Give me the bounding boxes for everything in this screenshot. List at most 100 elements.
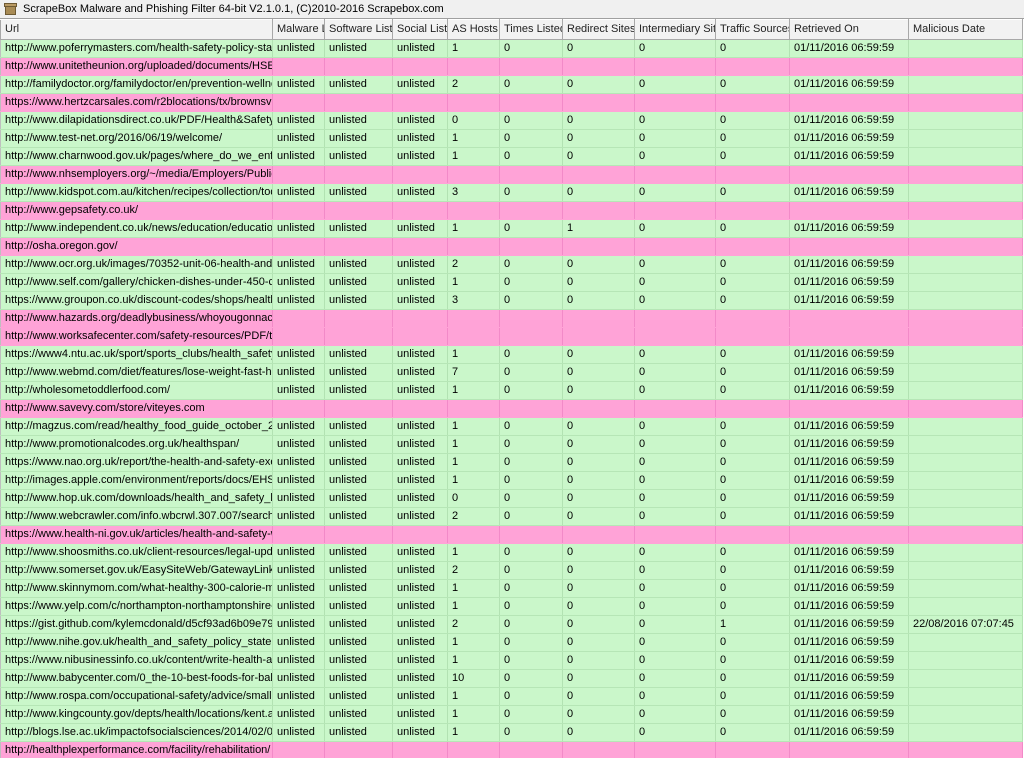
cell-social-list — [392, 399, 448, 418]
cell-traffic-sources — [715, 57, 790, 76]
table-row[interactable]: http://www.nhsemployers.org/~/media/Empl… — [0, 165, 1023, 184]
table-row[interactable]: https://gist.github.com/kylemcdonald/d5c… — [0, 615, 1023, 634]
table-row[interactable]: http://www.kidspot.com.au/kitchen/recipe… — [0, 183, 1023, 202]
table-row[interactable]: http://www.babycenter.com/0_the-10-best-… — [0, 669, 1023, 688]
cell-as-hosts — [447, 57, 500, 76]
table-row[interactable]: https://www.groupon.co.uk/discount-codes… — [0, 291, 1023, 310]
cell-retrieved-on: 01/11/2016 06:59:59 — [789, 489, 909, 508]
cell-redirect-sites: 0 — [562, 381, 635, 400]
table-row[interactable]: http://www.somerset.gov.uk/EasySiteWeb/G… — [0, 561, 1023, 580]
cell-redirect-sites — [562, 525, 635, 544]
column-header-malware-list[interactable]: Malware List — [272, 19, 325, 40]
table-row[interactable]: http://www.webcrawler.com/info.wbcrwl.30… — [0, 507, 1023, 526]
column-header-as-hosts[interactable]: AS Hosts — [447, 19, 500, 40]
cell-software-list — [324, 237, 393, 256]
cell-times-listed: 0 — [499, 129, 563, 148]
table-row[interactable]: http://www.gepsafety.co.uk/ — [0, 201, 1023, 220]
table-row[interactable]: http://www.worksafecenter.com/safety-res… — [0, 327, 1023, 346]
table-row[interactable]: https://www.hertzcarsales.com/r2blocatio… — [0, 93, 1023, 112]
cell-social-list: unlisted — [392, 129, 448, 148]
table-row[interactable]: http://blogs.lse.ac.uk/impactofsocialsci… — [0, 723, 1023, 742]
column-header-redirect-sites[interactable]: Redirect Sites — [562, 19, 635, 40]
table-row[interactable]: http://www.rospa.com/occupational-safety… — [0, 687, 1023, 706]
cell-social-list — [392, 525, 448, 544]
table-row[interactable]: http://www.poferrymasters.com/health-saf… — [0, 39, 1023, 58]
table-row[interactable]: http://www.independent.co.uk/news/educat… — [0, 219, 1023, 238]
table-row[interactable]: http://www.kingcounty.gov/depts/health/l… — [0, 705, 1023, 724]
cell-malware-list — [272, 525, 325, 544]
table-row[interactable]: http://www.hop.uk.com/downloads/health_a… — [0, 489, 1023, 508]
column-header-intermediary-sites[interactable]: Intermediary Sites — [634, 19, 716, 40]
cell-intermediary-sites: 0 — [634, 255, 716, 274]
table-row[interactable]: http://www.charnwood.gov.uk/pages/where_… — [0, 147, 1023, 166]
cell-url: http://www.kingcounty.gov/depts/health/l… — [0, 705, 273, 724]
table-row[interactable]: http://magzus.com/read/healthy_food_guid… — [0, 417, 1023, 436]
cell-software-list: unlisted — [324, 291, 393, 310]
column-header-software-list[interactable]: Software List — [324, 19, 393, 40]
table-row[interactable]: http://www.hazards.org/deadlybusiness/wh… — [0, 309, 1023, 328]
table-row[interactable]: http://www.ocr.org.uk/images/70352-unit-… — [0, 255, 1023, 274]
cell-intermediary-sites: 0 — [634, 489, 716, 508]
cell-malicious-date — [908, 75, 1023, 94]
column-header-social-list[interactable]: Social List — [392, 19, 448, 40]
column-header-times-listed[interactable]: Times Listed — [499, 19, 563, 40]
cell-malware-list: unlisted — [272, 255, 325, 274]
cell-retrieved-on: 01/11/2016 06:59:59 — [789, 597, 909, 616]
cell-url: http://www.independent.co.uk/news/educat… — [0, 219, 273, 238]
cell-social-list — [392, 741, 448, 758]
cell-retrieved-on: 01/11/2016 06:59:59 — [789, 615, 909, 634]
cell-traffic-sources: 0 — [715, 111, 790, 130]
cell-software-list: unlisted — [324, 363, 393, 382]
cell-malicious-date: 22/08/2016 07:07:45 — [908, 615, 1023, 634]
cell-malicious-date — [908, 345, 1023, 364]
cell-social-list: unlisted — [392, 75, 448, 94]
column-header-malicious-date[interactable]: Malicious Date — [908, 19, 1023, 40]
cell-redirect-sites: 0 — [562, 471, 635, 490]
table-row[interactable]: http://www.test-net.org/2016/06/19/welco… — [0, 129, 1023, 148]
results-grid-scroll[interactable]: Url Malware List Software List Social Li… — [0, 19, 1024, 758]
cell-url: http://www.unitetheunion.org/uploaded/do… — [0, 57, 273, 76]
cell-url: http://www.shoosmiths.co.uk/client-resou… — [0, 543, 273, 562]
table-row[interactable]: http://images.apple.com/environment/repo… — [0, 471, 1023, 490]
cell-software-list: unlisted — [324, 39, 393, 58]
cell-retrieved-on: 01/11/2016 06:59:59 — [789, 723, 909, 742]
table-row[interactable]: http://www.shoosmiths.co.uk/client-resou… — [0, 543, 1023, 562]
cell-social-list: unlisted — [392, 255, 448, 274]
column-header-url[interactable]: Url — [0, 19, 273, 40]
table-row[interactable]: http://familydoctor.org/familydoctor/en/… — [0, 75, 1023, 94]
cell-social-list: unlisted — [392, 579, 448, 598]
cell-times-listed: 0 — [499, 669, 563, 688]
cell-retrieved-on — [789, 309, 909, 328]
cell-redirect-sites: 0 — [562, 579, 635, 598]
column-header-traffic-sources[interactable]: Traffic Sources — [715, 19, 790, 40]
table-row[interactable]: http://www.unitetheunion.org/uploaded/do… — [0, 57, 1023, 76]
cell-malware-list: unlisted — [272, 273, 325, 292]
table-row[interactable]: https://www4.ntu.ac.uk/sport/sports_club… — [0, 345, 1023, 364]
cell-software-list: unlisted — [324, 687, 393, 706]
table-row[interactable]: http://www.savevy.com/store/viteyes.com — [0, 399, 1023, 418]
table-row[interactable]: http://www.webmd.com/diet/features/lose-… — [0, 363, 1023, 382]
cell-software-list — [324, 741, 393, 758]
cell-malicious-date — [908, 597, 1023, 616]
table-row[interactable]: http://www.skinnymom.com/what-healthy-30… — [0, 579, 1023, 598]
cell-redirect-sites — [562, 237, 635, 256]
table-row[interactable]: https://www.health-ni.gov.uk/articles/he… — [0, 525, 1023, 544]
table-row[interactable]: http://wholesometoddlerfood.com/unlisted… — [0, 381, 1023, 400]
cell-malicious-date — [908, 489, 1023, 508]
column-header-retrieved-on[interactable]: Retrieved On — [789, 19, 909, 40]
cell-intermediary-sites: 0 — [634, 39, 716, 58]
cell-times-listed: 0 — [499, 507, 563, 526]
table-row[interactable]: http://osha.oregon.gov/ — [0, 237, 1023, 256]
cell-traffic-sources: 0 — [715, 489, 790, 508]
cell-malware-list: unlisted — [272, 687, 325, 706]
table-row[interactable]: http://www.promotionalcodes.org.uk/healt… — [0, 435, 1023, 454]
table-row[interactable]: https://www.nao.org.uk/report/the-health… — [0, 453, 1023, 472]
table-row[interactable]: http://healthplexperformance.com/facilit… — [0, 741, 1023, 758]
table-row[interactable]: http://www.dilapidationsdirect.co.uk/PDF… — [0, 111, 1023, 130]
cell-traffic-sources: 0 — [715, 435, 790, 454]
table-row[interactable]: http://www.nihe.gov.uk/health_and_safety… — [0, 633, 1023, 652]
cell-intermediary-sites: 0 — [634, 111, 716, 130]
table-row[interactable]: https://www.yelp.com/c/northampton-north… — [0, 597, 1023, 616]
table-row[interactable]: https://www.nibusinessinfo.co.uk/content… — [0, 651, 1023, 670]
table-row[interactable]: http://www.self.com/gallery/chicken-dish… — [0, 273, 1023, 292]
